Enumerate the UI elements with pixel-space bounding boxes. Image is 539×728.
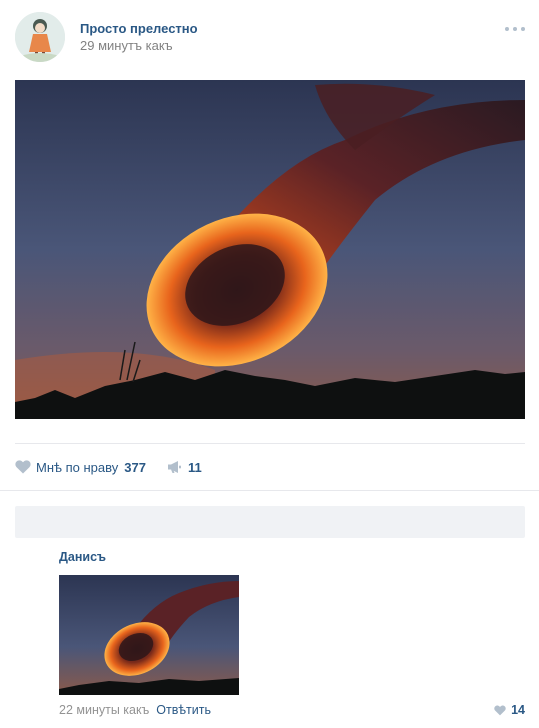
dot — [505, 27, 509, 31]
share-button[interactable]: 11 — [167, 460, 202, 475]
divider — [15, 443, 525, 444]
heart-icon — [494, 705, 506, 715]
like-count: 377 — [124, 459, 146, 475]
comment-time[interactable]: 22 минуты какъ — [59, 703, 149, 717]
share-count: 11 — [187, 459, 202, 475]
avatar[interactable] — [15, 12, 65, 62]
post-actions: Мнѣ по нраву 377 11 — [15, 458, 202, 476]
post-author-name[interactable]: Просто прелестно — [80, 21, 198, 36]
heart-icon — [15, 460, 31, 474]
comment-like-count: 14 — [511, 703, 525, 717]
reply-link[interactable]: Отвѣтить — [156, 703, 211, 717]
comment-input[interactable] — [15, 506, 525, 538]
dot — [521, 27, 525, 31]
comment-like-button[interactable]: 14 — [494, 703, 525, 717]
like-label: Мнѣ по нраву — [36, 459, 119, 475]
like-button[interactable]: Мнѣ по нраву 377 — [15, 460, 146, 475]
comment-meta: 22 минуты какъ Отвѣтить — [59, 703, 211, 717]
post-photo[interactable] — [15, 80, 525, 419]
megaphone-icon — [167, 461, 181, 473]
dot — [513, 27, 517, 31]
post-header: Просто прелестно 29 минутъ какъ — [15, 12, 525, 64]
comment-photo[interactable] — [59, 575, 239, 695]
more-dots-icon[interactable] — [505, 25, 525, 33]
post-time[interactable]: 29 минутъ какъ — [80, 38, 173, 53]
divider — [0, 490, 539, 491]
comment-author-name[interactable]: Данисъ — [59, 550, 106, 564]
